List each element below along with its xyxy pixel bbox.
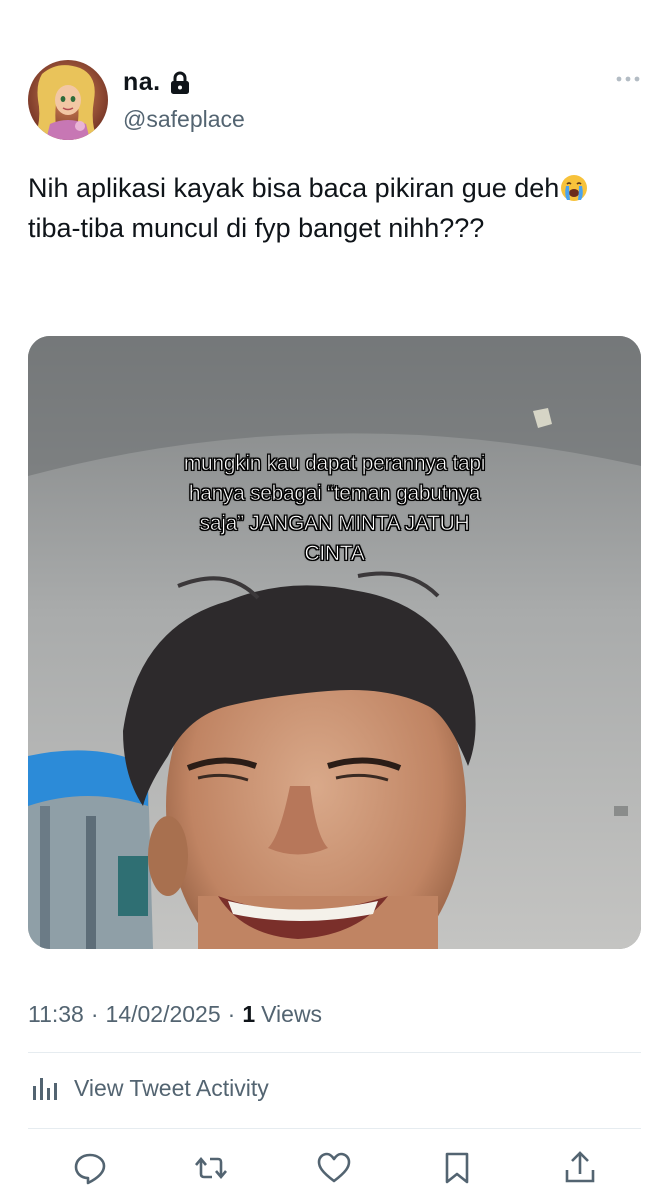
media-caption-overlay: mungkin kau dapat perannya tapi hanya se… [183, 452, 486, 566]
display-name[interactable]: na. [123, 68, 161, 97]
loudly-crying-face-icon [561, 175, 588, 201]
meta-separator-2: · [227, 1001, 236, 1027]
view-tweet-activity-label: View Tweet Activity [74, 1074, 269, 1101]
tweet-meta: 11:38 · 14/02/2025 · 1 Views [28, 1001, 322, 1028]
handle[interactable]: @safeplace [123, 106, 245, 133]
media-photo [28, 336, 641, 949]
reply-icon[interactable] [72, 1150, 108, 1186]
tweet-media-video[interactable]: mungkin kau dapat perannya tapi hanya se… [28, 336, 641, 949]
more-options-icon[interactable] [615, 74, 641, 84]
display-name-row: na. [123, 68, 191, 97]
bookmark-icon[interactable] [439, 1150, 475, 1186]
divider [28, 1052, 641, 1053]
views-count: 1 [242, 1001, 256, 1027]
retweet-icon[interactable] [193, 1150, 229, 1186]
views-label: Views [261, 1001, 323, 1027]
tweet-header: na. @safeplace [28, 60, 641, 142]
analytics-bar-icon [33, 1078, 57, 1100]
tweet-time[interactable]: 11:38 [28, 1001, 84, 1028]
view-tweet-activity-button[interactable]: View Tweet Activity [28, 1072, 269, 1104]
tweet-date[interactable]: 14/02/2025 [106, 1001, 221, 1028]
tweet-actions-bar [28, 1150, 641, 1190]
tweet-text-part1: Nih aplikasi kayak bisa baca pikiran gue… [28, 173, 560, 203]
divider [28, 1128, 641, 1129]
meta-separator: · [90, 1001, 99, 1027]
tweet-detail-page: na. @safeplace Nih aplikasi kayak bisa b… [0, 0, 669, 1200]
like-icon[interactable] [316, 1150, 352, 1186]
tweet-text: Nih aplikasi kayak bisa baca pikiran gue… [28, 168, 628, 248]
chevron-icon [22, 0, 32, 2]
share-icon[interactable] [562, 1150, 598, 1186]
lock-icon [170, 71, 189, 94]
avatar[interactable] [28, 60, 108, 140]
avatar-image [28, 60, 108, 140]
